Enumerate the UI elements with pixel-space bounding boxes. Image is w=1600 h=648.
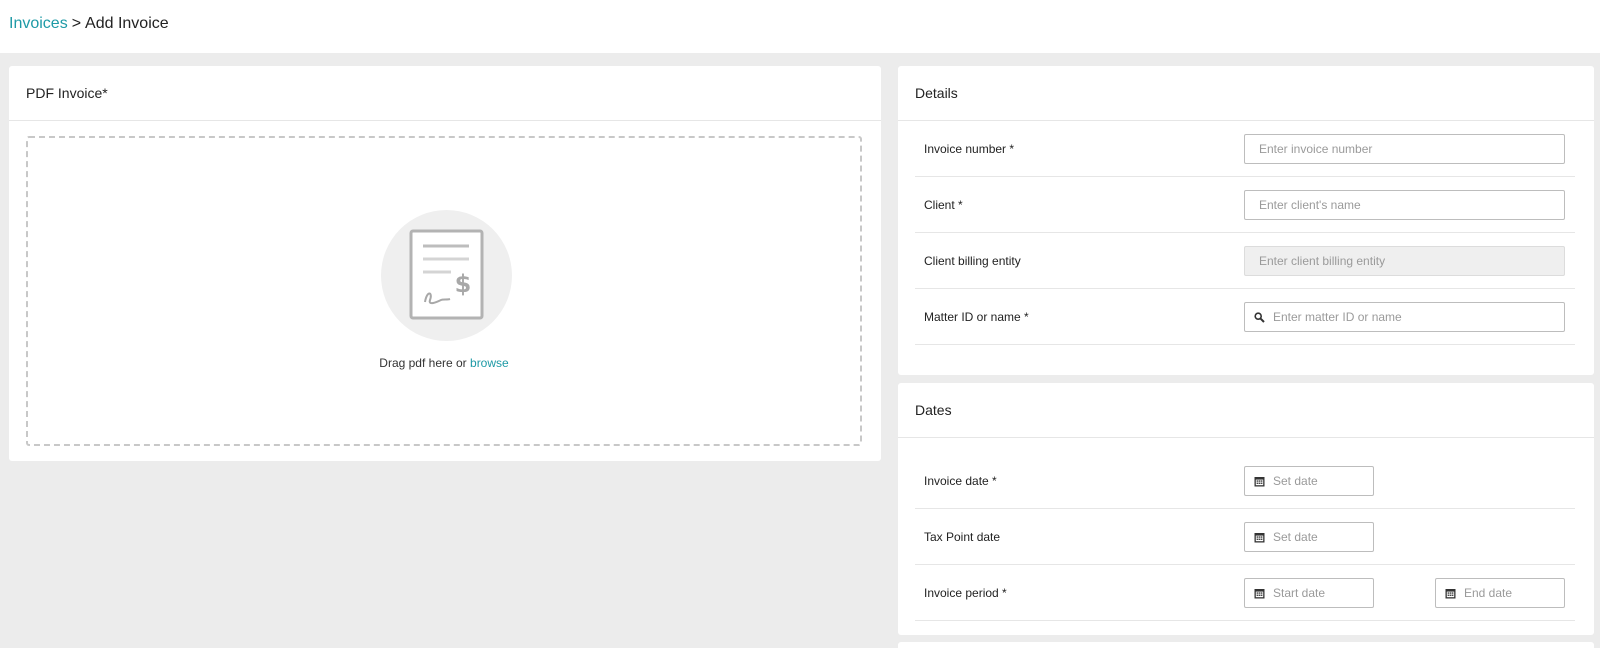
dates-title: Dates [898,383,1594,438]
client-billing-entity-input [1245,247,1564,275]
invoice-number-label: Invoice number * [924,142,1015,156]
calendar-icon [1254,532,1265,543]
pdf-invoice-card: PDF Invoice* $ Drag pdf here or browse [9,66,881,461]
next-section-card [898,642,1594,648]
invoice-document-icon: $ [381,210,512,341]
matter-input[interactable] [1265,303,1564,331]
invoice-number-field[interactable] [1244,134,1565,164]
calendar-icon [1254,588,1265,599]
pdf-dropzone[interactable]: $ Drag pdf here or browse [26,136,862,446]
matter-row: Matter ID or name * [915,289,1575,345]
invoice-period-start-input[interactable] [1265,579,1373,607]
drop-instructions: Drag pdf here or browse [28,356,860,370]
client-input[interactable] [1245,191,1564,219]
calendar-icon [1445,588,1456,599]
tax-point-date-field[interactable] [1244,522,1374,552]
tax-point-date-row: Tax Point date [915,509,1575,565]
details-card: Details Invoice number * Client * Client… [898,66,1594,375]
invoice-date-input[interactable] [1265,467,1373,495]
client-billing-entity-field [1244,246,1565,276]
invoice-number-input[interactable] [1245,135,1564,163]
invoice-period-label: Invoice period * [924,586,1007,600]
client-billing-entity-row: Client billing entity [915,233,1575,289]
invoice-period-row: Invoice period * [915,565,1575,621]
invoice-date-row: Invoice date * [915,453,1575,509]
matter-label: Matter ID or name * [924,310,1029,324]
browse-link[interactable]: browse [470,356,509,370]
svg-text:$: $ [455,270,472,298]
invoice-date-label: Invoice date * [924,474,997,488]
client-row: Client * [915,177,1575,233]
details-title: Details [898,66,1594,121]
invoice-period-start-field[interactable] [1244,578,1374,608]
breadcrumb-separator: > [71,15,82,32]
invoice-period-end-field[interactable] [1435,578,1565,608]
search-icon [1254,311,1265,323]
client-billing-entity-label: Client billing entity [924,254,1021,268]
client-field[interactable] [1244,190,1565,220]
drop-text: Drag pdf here or [379,356,467,370]
pdf-invoice-title: PDF Invoice* [9,66,881,121]
tax-point-date-label: Tax Point date [924,530,1001,544]
matter-field[interactable] [1244,302,1565,332]
calendar-icon [1254,476,1265,487]
invoice-date-field[interactable] [1244,466,1374,496]
client-label: Client * [924,198,963,212]
page-title: Add Invoice [85,15,169,32]
dates-card: Dates Invoice date * Tax Point date Invo… [898,383,1594,635]
breadcrumb-invoices-link[interactable]: Invoices [9,15,68,32]
invoice-number-row: Invoice number * [915,121,1575,177]
breadcrumb: Invoices > Add Invoice [9,15,169,33]
top-bar: Invoices > Add Invoice [0,0,1600,53]
tax-point-date-input[interactable] [1265,523,1373,551]
invoice-period-end-input[interactable] [1456,579,1564,607]
